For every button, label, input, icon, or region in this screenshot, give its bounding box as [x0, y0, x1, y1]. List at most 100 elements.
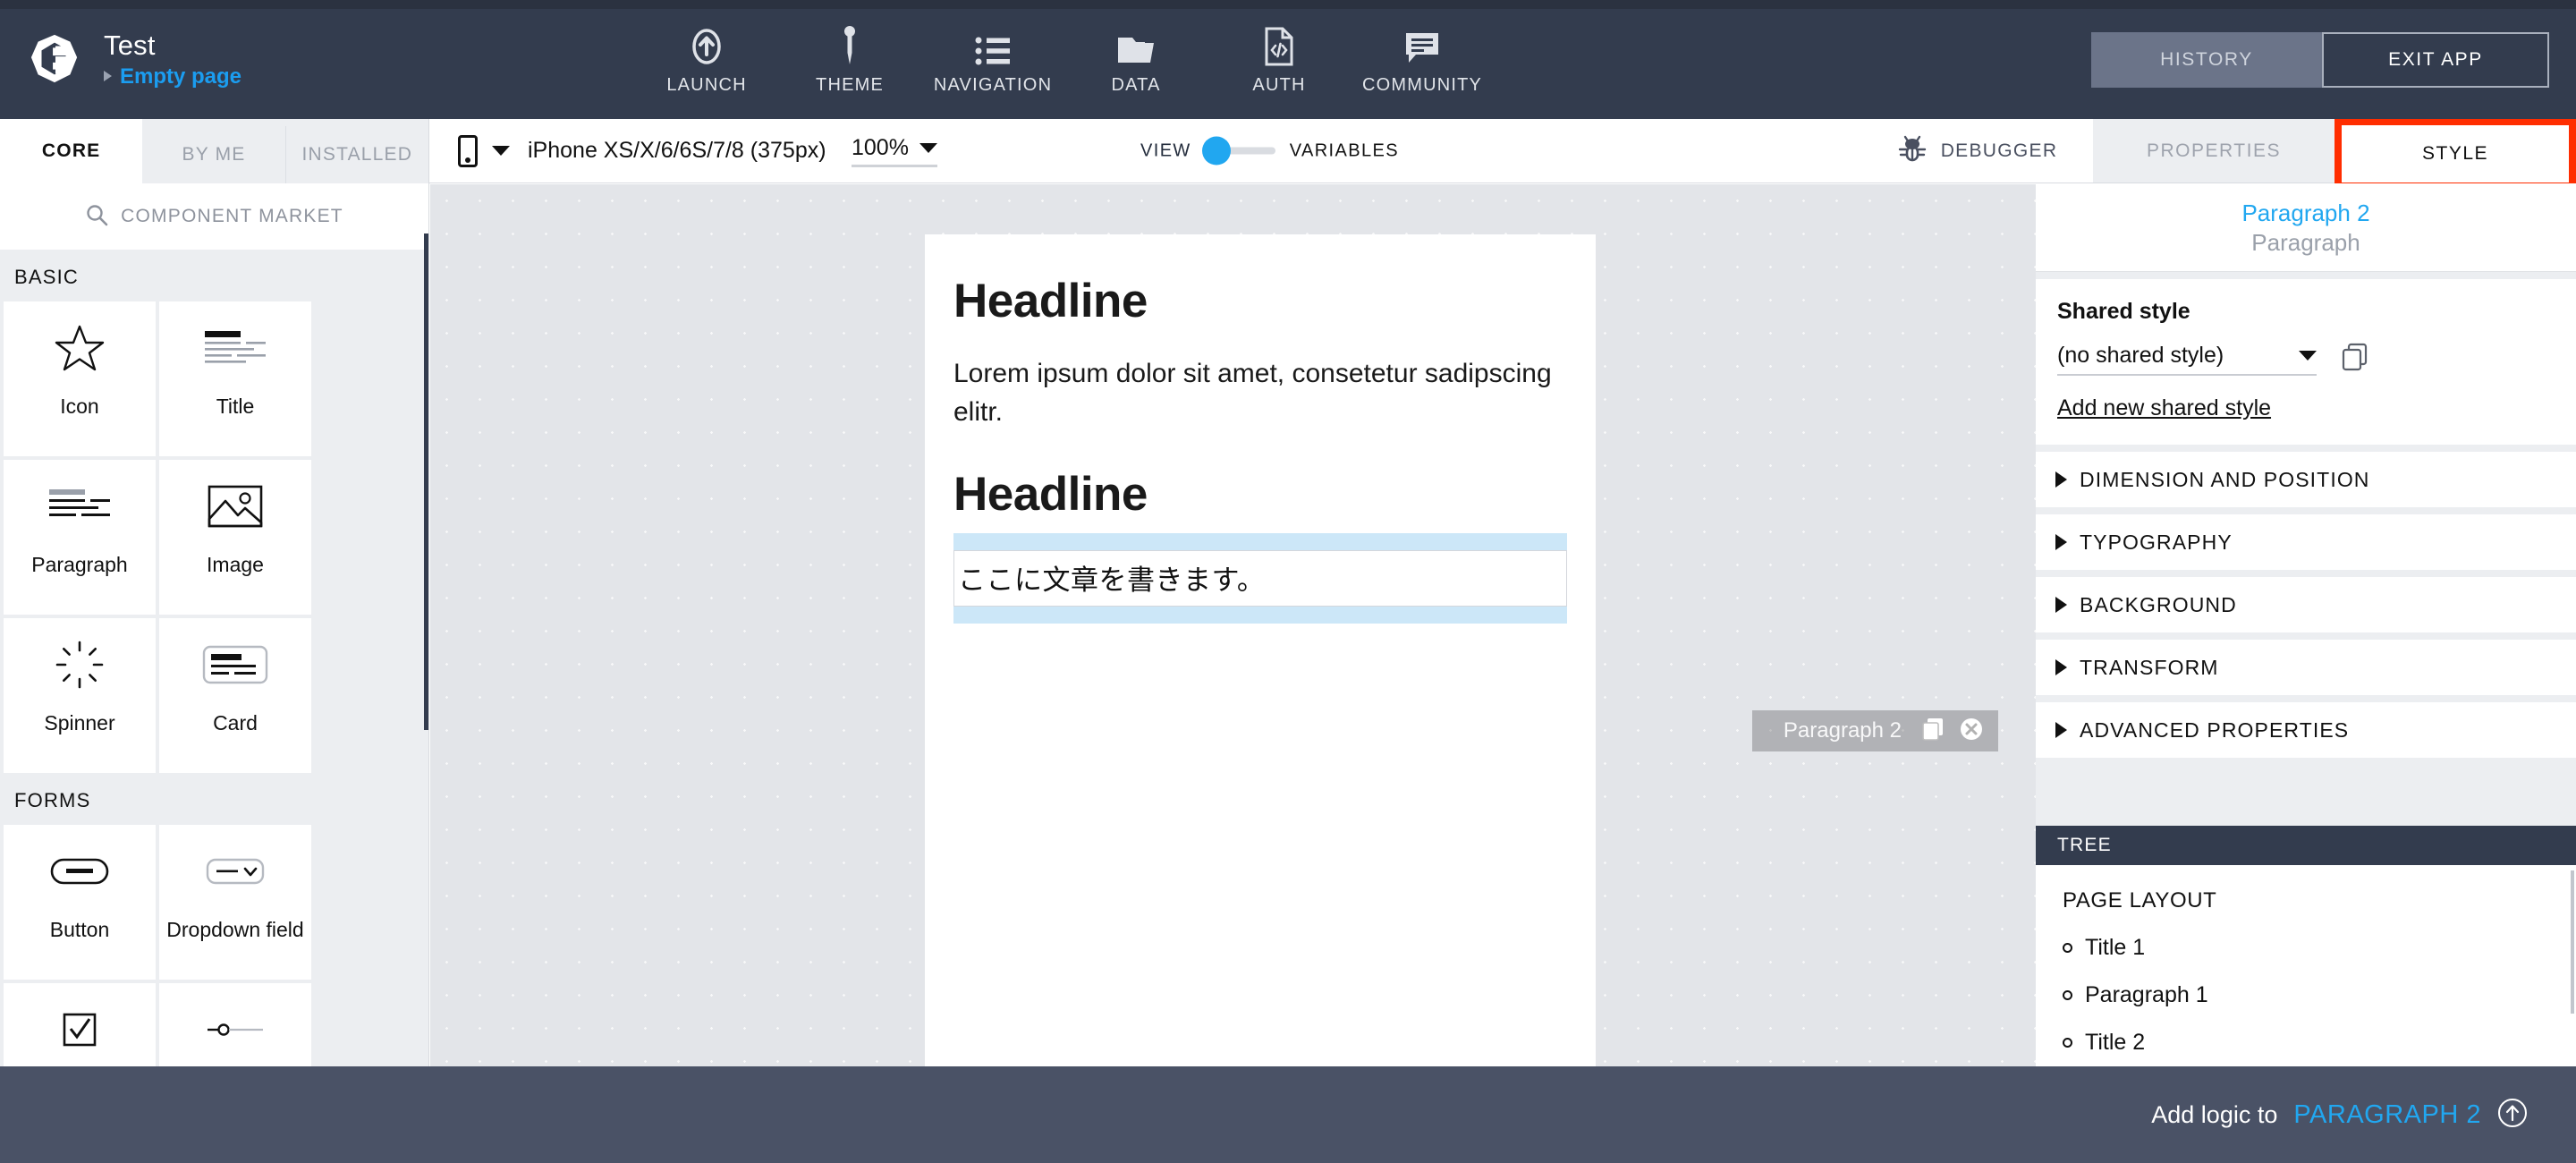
component-image[interactable]: Image	[159, 460, 311, 615]
add-logic-prefix: Add logic to	[2151, 1100, 2278, 1128]
tree-panel-header: TREE	[2036, 826, 2576, 865]
copy-icon[interactable]	[2342, 343, 2368, 376]
add-logic-target[interactable]: PARAGRAPH 2	[2293, 1100, 2481, 1130]
component-button[interactable]: Button	[4, 825, 156, 980]
preview-headline-1[interactable]: Headline	[953, 274, 1567, 328]
component-panel-scrollbar[interactable]	[424, 233, 428, 730]
tab-installed[interactable]: INSTALLED	[286, 126, 428, 183]
nav-item-launch[interactable]: LAUNCH	[635, 11, 778, 109]
nav-label: COMMUNITY	[1361, 75, 1483, 95]
topbar-actions: HISTORY EXIT APP	[2091, 32, 2549, 88]
shared-style-label: Shared style	[2057, 299, 2190, 324]
image-icon	[159, 460, 311, 553]
component-label: Dropdown field	[166, 918, 304, 941]
close-circle-icon[interactable]	[1959, 717, 1984, 746]
device-preview[interactable]: Headline Lorem ipsum dolor sit amet, con…	[925, 234, 1596, 1066]
component-title[interactable]: Title	[159, 301, 311, 456]
nav-label: THEME	[816, 75, 885, 95]
component-paragraph[interactable]: Paragraph	[4, 460, 156, 615]
accordion-label: TYPOGRAPHY	[2080, 530, 2233, 554]
nav-item-data[interactable]: DATA	[1064, 11, 1208, 109]
tab-core[interactable]: CORE	[0, 119, 143, 183]
app-root: Test Empty page LAUNCH THEME NAVIGATION …	[0, 0, 2576, 1163]
nav-item-auth[interactable]: AUTH	[1208, 11, 1351, 109]
component-label: Paragraph	[31, 553, 128, 576]
nav-item-community[interactable]: COMMUNITY	[1351, 11, 1494, 109]
preview-headline-2[interactable]: Headline	[953, 467, 1567, 522]
tree-item-label: Title 2	[2085, 1030, 2146, 1055]
nav-label: DATA	[1111, 75, 1161, 95]
variables-label: VARIABLES	[1289, 140, 1399, 160]
nav-label: NAVIGATION	[933, 75, 1053, 95]
tree-root-label[interactable]: PAGE LAYOUT	[2063, 888, 2576, 913]
tab-by-me[interactable]: BY ME	[142, 126, 286, 183]
preview-content: Headline Lorem ipsum dolor sit amet, con…	[925, 234, 1596, 624]
zoom-value: 100%	[852, 134, 909, 160]
view-variables-switch[interactable]	[1201, 136, 1275, 166]
switch-knob	[1201, 136, 1231, 166]
debugger-button[interactable]: DEBUGGER	[1860, 119, 2093, 183]
shared-style-select[interactable]: (no shared style)	[2057, 343, 2317, 376]
accordion-advanced-properties[interactable]: ADVANCED PROPERTIES	[2036, 702, 2576, 758]
selected-paragraph-box[interactable]: ここに文章を書きます。	[953, 550, 1567, 607]
preview-paragraph-1[interactable]: Lorem ipsum dolor sit amet, consetetur s…	[953, 355, 1567, 431]
canvas-area[interactable]: Headline Lorem ipsum dolor sit amet, con…	[430, 184, 2036, 1066]
tab-style[interactable]: STYLE	[2342, 125, 2569, 183]
component-label: Card	[213, 711, 258, 734]
tree-item-title-1[interactable]: Title 1	[2063, 935, 2576, 961]
phone-icon	[458, 134, 478, 167]
accordion-typography[interactable]: TYPOGRAPHY	[2036, 514, 2576, 570]
component-dropdown-field[interactable]: Dropdown field	[159, 825, 311, 980]
brand[interactable]: Test Empty page	[0, 31, 242, 88]
tree-panel: PAGE LAYOUT Title 1 Paragraph 1 Title 2	[2036, 865, 2576, 1066]
zoom-selector[interactable]: 100%	[852, 135, 937, 167]
accordion-label: BACKGROUND	[2080, 592, 2237, 616]
bullet-icon	[2063, 943, 2072, 953]
caret-right-icon	[104, 71, 112, 82]
component-spinner[interactable]: Spinner	[4, 618, 156, 773]
selection-floating-toolbar: Paragraph 2	[1752, 710, 1998, 751]
selected-element-name: Paragraph 2	[2241, 199, 2370, 226]
tab-properties[interactable]: PROPERTIES	[2093, 119, 2334, 183]
shared-style-row: (no shared style)	[2057, 343, 2555, 376]
shared-style-section: Shared style (no shared style) Add new s…	[2036, 279, 2576, 445]
component-market-button[interactable]: COMPONENT MARKET	[0, 183, 428, 250]
accordion-background[interactable]: BACKGROUND	[2036, 577, 2576, 632]
bottom-bar: Add logic to PARAGRAPH 2	[0, 1066, 2576, 1163]
arrow-up-circle-icon[interactable]	[2497, 1098, 2528, 1133]
component-label: Button	[49, 918, 110, 941]
nav-item-theme[interactable]: THEME	[778, 11, 921, 109]
device-name: iPhone XS/X/6/6S/7/8 (375px)	[528, 138, 826, 163]
slider-icon	[159, 983, 311, 1066]
history-button[interactable]: HISTORY	[2091, 32, 2322, 88]
component-card[interactable]: Card	[159, 618, 311, 773]
shared-style-value: (no shared style)	[2057, 343, 2224, 368]
component-grid-forms: Button Dropdown field Checkbox field Sli…	[0, 825, 428, 1066]
accordion-transform[interactable]: TRANSFORM	[2036, 640, 2576, 695]
component-checkbox-field[interactable]: Checkbox field	[4, 983, 156, 1066]
top-bar: Test Empty page LAUNCH THEME NAVIGATION …	[0, 0, 2576, 119]
tree-scrollbar[interactable]	[2571, 870, 2574, 1014]
component-icon[interactable]: Icon	[4, 301, 156, 456]
chat-bubble-icon	[1403, 23, 1441, 66]
page-breadcrumb[interactable]: Empty page	[104, 64, 242, 88]
accordion-dimension-and-position[interactable]: DIMENSION AND POSITION	[2036, 452, 2576, 507]
device-selector[interactable]: iPhone XS/X/6/6S/7/8 (375px)	[458, 134, 826, 167]
nav-item-navigation[interactable]: NAVIGATION	[921, 11, 1064, 109]
add-new-shared-style-link[interactable]: Add new shared style	[2057, 395, 2271, 421]
paragraph-lines-icon	[4, 460, 156, 553]
spinner-icon	[4, 618, 156, 711]
component-market-label: COMPONENT MARKET	[121, 206, 343, 226]
bug-icon	[1896, 133, 1928, 168]
component-panel: CORE BY ME INSTALLED COMPONENT MARKET BA…	[0, 119, 429, 1066]
view-variables-toggle[interactable]: VIEW VARIABLES	[1140, 136, 1399, 166]
chevron-right-icon	[2055, 659, 2067, 675]
copy-icon[interactable]	[1921, 717, 1946, 746]
title-lines-icon	[159, 301, 311, 395]
component-slider-field[interactable]: Slider field	[159, 983, 311, 1066]
tree-item-title-2[interactable]: Title 2	[2063, 1030, 2576, 1056]
component-label: Title	[216, 395, 255, 418]
exit-app-button[interactable]: EXIT APP	[2322, 32, 2549, 88]
accordion-label: DIMENSION AND POSITION	[2080, 467, 2370, 491]
tree-item-paragraph-1[interactable]: Paragraph 1	[2063, 982, 2576, 1008]
